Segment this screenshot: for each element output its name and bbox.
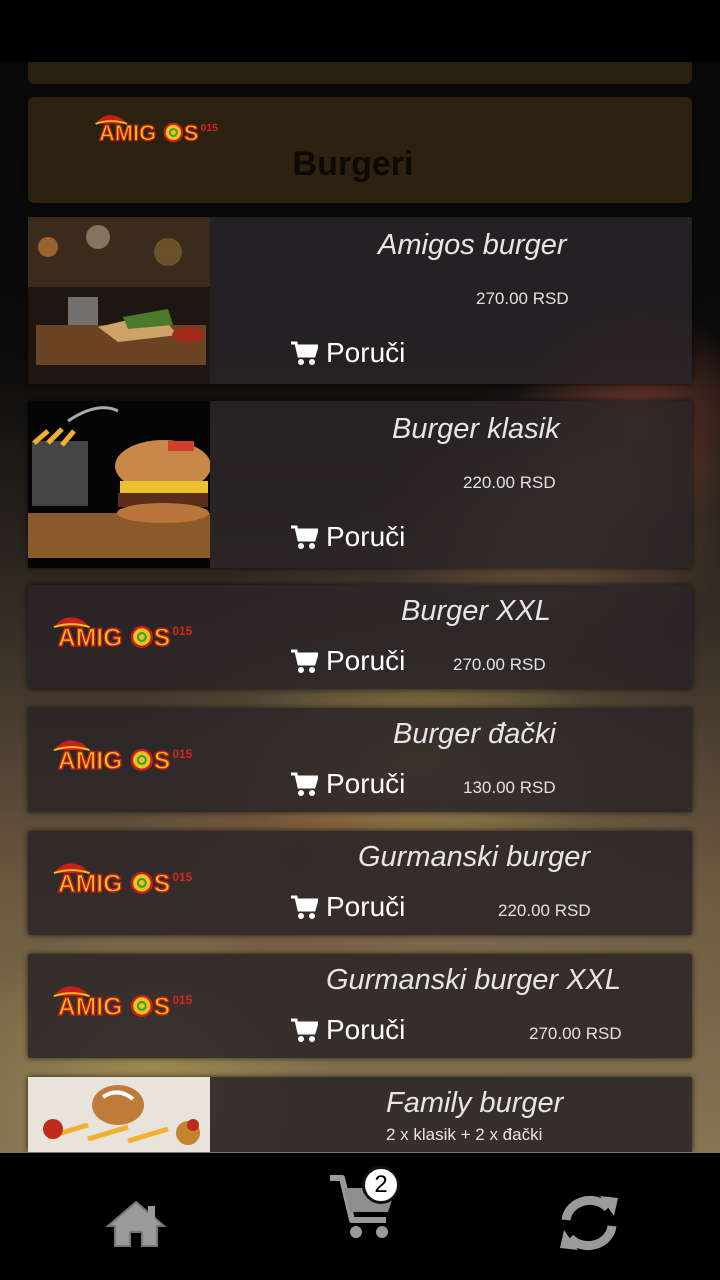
product-card[interactable]: Family burger 2 x klasik + 2 x đački bbox=[28, 1077, 692, 1152]
cart-icon bbox=[291, 1018, 318, 1042]
product-price: 270.00 RSD bbox=[453, 655, 546, 674]
product-card[interactable]: Gurmanski burger XXL 270.00 RSD Poruči bbox=[28, 954, 692, 1058]
product-name: Family burger bbox=[386, 1087, 564, 1119]
cart-icon bbox=[291, 772, 318, 796]
amigos-logo bbox=[92, 111, 232, 147]
product-card[interactable]: Burger đački 130.00 RSD Poruči bbox=[28, 708, 692, 812]
product-name: Amigos burger bbox=[378, 229, 567, 261]
cart-icon bbox=[291, 649, 318, 673]
product-name: Burger đački bbox=[393, 718, 556, 750]
amigos-logo bbox=[50, 736, 208, 776]
category-header: Burgeri bbox=[28, 97, 692, 203]
refresh-icon bbox=[560, 1195, 618, 1251]
product-name: Burger XXL bbox=[401, 595, 551, 627]
order-button[interactable]: Poruči bbox=[290, 521, 405, 553]
product-name: Gurmanski burger XXL bbox=[326, 964, 621, 996]
order-label: Poruči bbox=[326, 891, 406, 922]
order-label: Poruči bbox=[326, 645, 406, 676]
product-price: 270.00 RSD bbox=[476, 289, 569, 308]
order-button[interactable]: Poruči bbox=[290, 645, 405, 677]
cart-icon bbox=[291, 341, 318, 365]
product-card[interactable]: Burger klasik 220.00 RSD Poruči bbox=[28, 401, 692, 568]
order-label: Poruči bbox=[326, 1014, 406, 1045]
refresh-button[interactable] bbox=[556, 1192, 622, 1259]
order-button[interactable]: Poruči bbox=[290, 891, 405, 923]
status-bar bbox=[0, 0, 720, 62]
cart-count-badge: 2 bbox=[362, 1166, 400, 1204]
product-photo bbox=[28, 217, 210, 384]
product-description: 2 x klasik + 2 x đački bbox=[386, 1125, 543, 1144]
home-button[interactable] bbox=[104, 1198, 168, 1255]
cart-icon bbox=[291, 525, 318, 549]
product-card[interactable]: Amigos burger 270.00 RSD Poruči bbox=[28, 217, 692, 384]
product-price: 220.00 RSD bbox=[463, 473, 556, 492]
product-price: 270.00 RSD bbox=[529, 1024, 622, 1043]
home-icon bbox=[105, 1200, 167, 1247]
amigos-logo bbox=[50, 859, 208, 899]
cart-icon bbox=[291, 895, 318, 919]
order-button[interactable]: Poruči bbox=[290, 337, 405, 369]
product-card[interactable]: Gurmanski burger 220.00 RSD Poruči bbox=[28, 831, 692, 935]
product-price: 220.00 RSD bbox=[498, 901, 591, 920]
product-photo bbox=[28, 1077, 210, 1152]
order-label: Poruči bbox=[326, 337, 406, 368]
amigos-logo bbox=[50, 613, 208, 653]
previous-card-edge bbox=[28, 62, 692, 84]
order-button[interactable]: Poruči bbox=[290, 768, 405, 800]
order-button[interactable]: Poruči bbox=[290, 1014, 405, 1046]
product-card[interactable]: Burger XXL 270.00 RSD Poruči bbox=[28, 585, 692, 689]
product-price: 130.00 RSD bbox=[463, 778, 556, 797]
order-label: Poruči bbox=[326, 768, 406, 799]
product-name: Burger klasik bbox=[392, 413, 560, 445]
category-title: Burgeri bbox=[292, 145, 414, 183]
order-label: Poruči bbox=[326, 521, 406, 552]
product-photo bbox=[28, 401, 210, 568]
product-name: Gurmanski burger bbox=[358, 841, 591, 873]
amigos-logo bbox=[50, 982, 208, 1022]
